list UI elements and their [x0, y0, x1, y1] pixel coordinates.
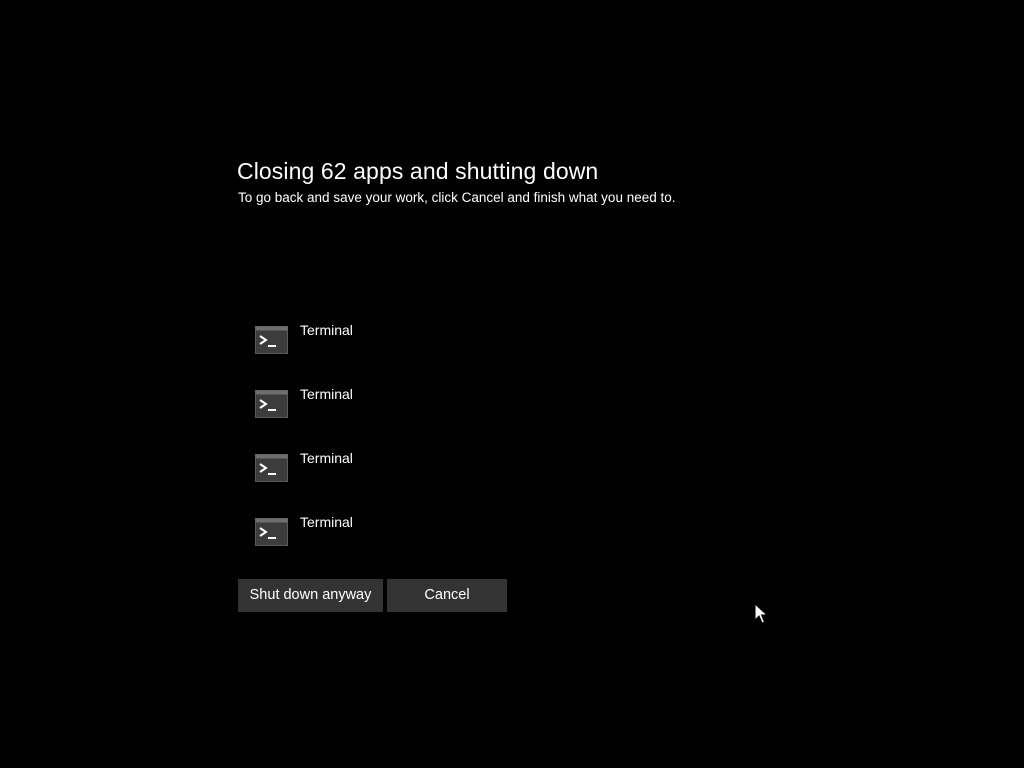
app-name: Terminal: [300, 450, 353, 466]
terminal-icon: [255, 390, 288, 418]
app-name: Terminal: [300, 514, 353, 530]
list-item: Terminal: [255, 514, 555, 554]
list-item: Terminal: [255, 386, 555, 426]
list-item: Terminal: [255, 322, 555, 362]
page-title: Closing 62 apps and shutting down: [237, 158, 599, 184]
page-subtitle: To go back and save your work, click Can…: [238, 190, 676, 205]
list-item: Terminal: [255, 450, 555, 490]
shut-down-anyway-button[interactable]: Shut down anyway: [238, 579, 383, 612]
terminal-icon: [255, 518, 288, 546]
app-name: Terminal: [300, 322, 353, 338]
cancel-button[interactable]: Cancel: [387, 579, 507, 612]
mouse-pointer-icon: [754, 603, 768, 624]
shutdown-screen: Closing 62 apps and shutting down To go …: [0, 0, 1024, 768]
terminal-icon: [255, 326, 288, 354]
terminal-icon: [255, 454, 288, 482]
app-name: Terminal: [300, 386, 353, 402]
